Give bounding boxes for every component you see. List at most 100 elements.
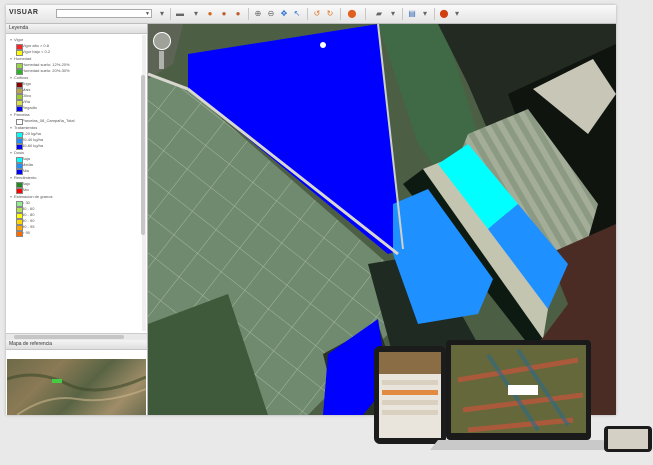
legend-item[interactable]: Vigor bajo < 0.2: [10, 49, 139, 56]
legend-item-label: Baja: [22, 156, 31, 161]
legend-item-label: Parcelas_08_Campaña_Total: [22, 118, 75, 123]
toolbar-divider: [248, 8, 249, 20]
dropdown-icon[interactable]: ▾: [387, 8, 399, 20]
toolbar-divider: [170, 8, 171, 20]
dropdown-icon[interactable]: ▾: [156, 8, 168, 20]
legend-swatch: [16, 106, 23, 112]
globe-icon[interactable]: ●: [232, 8, 244, 20]
toolbar-divider: [340, 8, 341, 20]
marker-icon[interactable]: ⬤: [346, 8, 358, 20]
map-marker[interactable]: [320, 42, 326, 48]
legend-item-label: 40-60 kg/ha: [22, 143, 44, 148]
legend-swatch: [16, 50, 23, 56]
legend-item-label: 20-40 kg/ha: [22, 137, 44, 142]
legend-item[interactable]: Alta: [10, 168, 139, 175]
legend-group-label: Humedad: [14, 56, 32, 61]
legend-item-label: 30 - 60: [22, 206, 35, 211]
legend-item-label: Vigor alto > 0.8: [22, 43, 49, 48]
legend-item-label: 60 - 80: [22, 212, 35, 217]
legend-item-label: Alta: [22, 168, 29, 173]
legend-group-label: Tratamientos: [14, 125, 38, 130]
chevron-down-icon: ▼: [145, 11, 150, 17]
pan-icon[interactable]: ✥: [278, 8, 290, 20]
dropdown-icon[interactable]: ▾: [451, 8, 463, 20]
legend-item-label: Vigor bajo < 0.2: [22, 49, 51, 54]
legend-swatch: [16, 119, 23, 125]
legend-group[interactable]: ▾ Rendimiento: [10, 174, 139, 181]
sidebar: Leyenda ▾ Vigor Vigor alto > 0.8 Vigor bajo…: [6, 24, 148, 416]
legend-group-label: Estimacion de granos: [14, 194, 53, 199]
reference-map-header: Mapa de referencia: [6, 340, 147, 350]
legend-item-label: 90 - 95: [22, 224, 35, 229]
dropdown-icon[interactable]: ▾: [419, 8, 431, 20]
toolbar-divider: [402, 8, 403, 20]
toolbar-divider: [307, 8, 308, 20]
legend-scrollbar-thumb[interactable]: [141, 75, 145, 235]
legend-item[interactable]: Humedad suelo: 20%-30%: [10, 68, 139, 75]
pan-control[interactable]: [153, 32, 171, 50]
legend-item-label: Humedad suelo: 20%-30%: [22, 68, 70, 73]
legend-swatch: [16, 169, 23, 175]
settings-icon[interactable]: ⬤: [438, 8, 450, 20]
legend-item-label: Bajo: [22, 181, 31, 186]
legend-item-label: 0-20 kg/ha: [22, 131, 41, 136]
globe-icon[interactable]: ●: [204, 8, 216, 20]
toolbar-divider: [365, 8, 366, 20]
measure-icon[interactable]: ↺: [311, 8, 323, 20]
horizontal-scrollbar-thumb[interactable]: [14, 335, 124, 339]
zoom-slider[interactable]: [159, 51, 164, 69]
zoom-out-icon[interactable]: ⊖: [265, 8, 277, 20]
legend-item-label: Olivo: [22, 93, 32, 98]
legend-item-label: Media: [22, 162, 33, 167]
reference-map-title: Mapa de referencia: [6, 340, 147, 350]
car-icon[interactable]: ▰: [373, 8, 385, 20]
layer-icon[interactable]: ▬: [174, 8, 186, 20]
layer-select[interactable]: ▼: [56, 9, 152, 18]
legend-swatch: [16, 69, 23, 75]
legend-group[interactable]: ▾ Cultivos: [10, 74, 139, 81]
app-logo: VISUAR: [9, 9, 39, 16]
devices-graphic: [374, 340, 652, 452]
legend-group-label: Dosis: [14, 150, 25, 155]
legend-group[interactable]: ▾ Dosis: [10, 149, 139, 156]
legend-item-label: Maiz: [22, 87, 31, 92]
legend-item[interactable]: 40-60 kg/ha: [10, 143, 139, 150]
legend-item[interactable]: > 95: [10, 230, 139, 237]
legend-horizontal-scrollbar[interactable]: [6, 333, 147, 340]
legend-item-label: Regadio: [22, 105, 37, 110]
legend-group[interactable]: ▾ Estimacion de granos: [10, 193, 139, 200]
legend-scrollbar[interactable]: [141, 35, 146, 331]
legend-item-label: 80 - 90: [22, 218, 35, 223]
select-icon[interactable]: ↖: [291, 8, 303, 20]
legend-group[interactable]: ▾ Humedad: [10, 55, 139, 62]
legend-item[interactable]: Regadio: [10, 105, 139, 112]
legend-item-label: Trigo: [22, 81, 31, 86]
legend-item-label: < 30: [22, 200, 30, 205]
legend-group-label: Parcelas: [14, 112, 30, 117]
zoom-in-icon[interactable]: ⊕: [252, 8, 264, 20]
legend-group[interactable]: ▾ Vigor: [10, 36, 139, 43]
globe-icon[interactable]: ●: [218, 8, 230, 20]
legend-swatch: [16, 231, 23, 237]
dropdown-icon[interactable]: ▾: [190, 8, 202, 20]
toolbar: VISUAR ▼ ▾ ▬ ▾ ● ● ● ⊕ ⊖ ✥ ↖ ↺ ↻ ⬤ ▰ ▾ ▤…: [6, 5, 616, 24]
legend-panel: ▾ Vigor Vigor alto > 0.8 Vigor bajo < 0.2 ▾ H…: [6, 34, 147, 336]
measure-icon[interactable]: ↻: [324, 8, 336, 20]
legend-item[interactable]: Parcelas_08_Campaña_Total: [10, 118, 139, 125]
legend-item-label: Alto: [22, 187, 29, 192]
legend-item[interactable]: Alto: [10, 187, 139, 194]
devices-illustration: [368, 340, 653, 460]
toolbar-divider: [434, 8, 435, 20]
legend-swatch: [16, 188, 23, 194]
document-icon[interactable]: ▤: [406, 8, 418, 20]
legend-group-label: Cultivos: [14, 75, 29, 80]
legend-group-label: Vigor: [14, 37, 24, 42]
legend-group[interactable]: ▾ Tratamientos: [10, 124, 139, 131]
legend-item-label: Viña: [22, 99, 30, 104]
legend-item-label: > 95: [22, 230, 30, 235]
legend-item-label: Humedad suelo: 12%-20%: [22, 62, 70, 67]
legend-header: Leyenda: [6, 24, 147, 34]
legend-group[interactable]: ▾ Parcelas: [10, 111, 139, 118]
reference-map-image: [6, 373, 147, 416]
reference-map[interactable]: [6, 359, 147, 416]
